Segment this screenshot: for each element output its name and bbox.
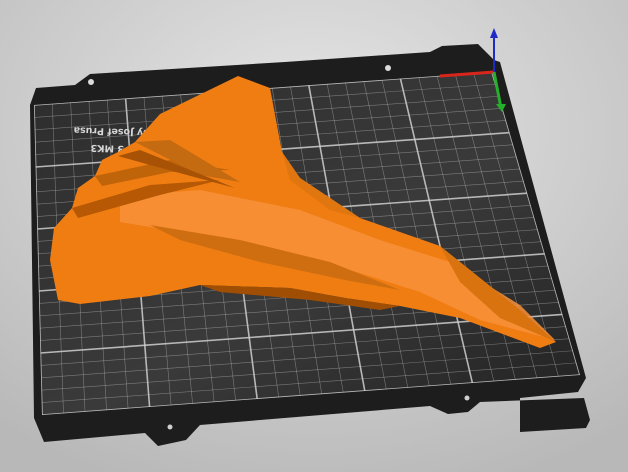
3d-scene[interactable]: by Josef Prusa 3 MK3 xyxy=(0,0,628,472)
bed-screw-hole xyxy=(385,65,391,71)
3d-viewport[interactable]: by Josef Prusa 3 MK3 xyxy=(0,0,628,472)
bed-screw-hole xyxy=(167,424,173,430)
bed-screw-hole xyxy=(464,395,470,401)
bed-screw-hole xyxy=(88,79,94,85)
